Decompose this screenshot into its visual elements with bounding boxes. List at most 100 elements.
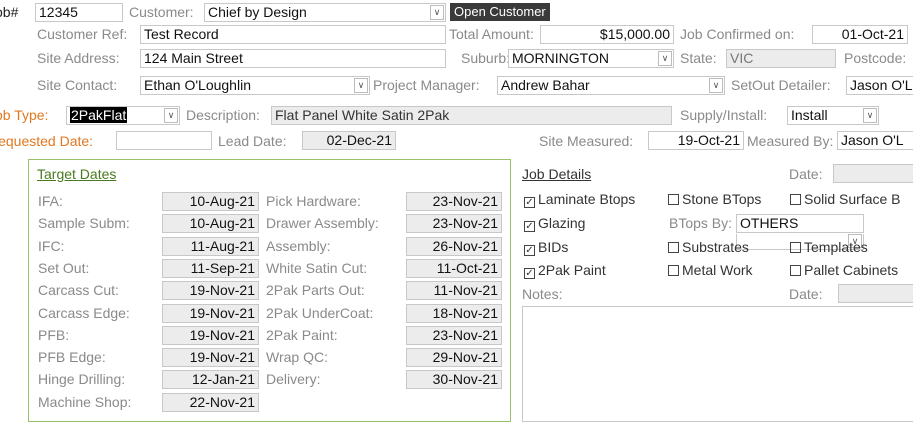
requested-date-field[interactable] [116, 131, 212, 150]
btops-by-value: OTHERS [740, 215, 799, 231]
site-contact-value: Ethan O'Loughlin [144, 77, 251, 93]
target-date-field[interactable]: 18-Nov-21 [406, 303, 502, 323]
target-date-label: PFB Edge: [38, 349, 106, 366]
target-date-label: Pick Hardware: [266, 193, 361, 209]
checkbox-checked-icon: ✓ [524, 197, 535, 208]
site-measured-field[interactable]: 19-Oct-21 [648, 131, 744, 150]
metal-work-checkbox[interactable]: Metal Work [668, 262, 753, 278]
description-field[interactable]: Flat Panel White Satin 2Pak [271, 106, 672, 125]
target-date-field[interactable]: 11-Oct-21 [406, 258, 502, 278]
checkbox-unchecked-icon [668, 194, 679, 205]
state-field[interactable]: VIC [726, 49, 836, 68]
checkbox-checked-icon: ✓ [524, 245, 535, 256]
templates-checkbox[interactable]: Templates [790, 239, 868, 255]
substrates-checkbox[interactable]: Substrates [668, 239, 749, 255]
measured-by-field[interactable]: Jason O'L [837, 131, 913, 150]
chevron-down-icon[interactable]: ∨ [164, 108, 178, 123]
target-dates-title: Target Dates [37, 166, 117, 182]
site-address-label: Site Address: [37, 50, 120, 66]
target-date-field[interactable]: 11-Nov-21 [406, 281, 502, 301]
solid-surface-checkbox[interactable]: Solid Surface B [790, 191, 901, 207]
customer-label: Customer: [129, 4, 194, 20]
target-date-label: Drawer Assembly: [266, 215, 379, 232]
chevron-down-icon[interactable]: ∨ [430, 5, 444, 20]
target-date-field[interactable]: 12-Jan-21 [162, 370, 259, 390]
project-manager-value: Andrew Bahar [501, 77, 590, 93]
site-contact-select[interactable]: Ethan O'Loughlin ∨ [140, 76, 370, 95]
checkbox-unchecked-icon [668, 265, 679, 276]
chevron-down-icon[interactable]: ∨ [354, 78, 368, 93]
bids-checkbox[interactable]: ✓ BIDs [524, 239, 568, 256]
notes-textarea[interactable] [522, 306, 913, 422]
chevron-down-icon[interactable]: ∨ [863, 108, 877, 123]
total-amount-field[interactable]: $15,000.00 [540, 25, 674, 44]
requested-date-label: Requested Date: [0, 133, 94, 149]
job-details-date-field[interactable] [833, 164, 913, 183]
target-date-label: PFB: [38, 326, 70, 343]
target-date-field[interactable]: 19-Nov-21 [162, 281, 259, 301]
target-date-label: Carcass Edge: [38, 304, 130, 321]
laminate-btops-checkbox[interactable]: ✓ Laminate Btops [524, 191, 635, 208]
checkbox-unchecked-icon [790, 265, 801, 276]
notes-date-label: Date: [789, 286, 823, 302]
site-address-field[interactable]: 124 Main Street [140, 49, 446, 68]
target-date-label: Hinge Drilling: [38, 371, 126, 388]
supply-install-select[interactable]: Install ∨ [787, 106, 879, 125]
job-type-label: Job Type: [0, 107, 49, 123]
job-confirmed-field[interactable]: 01-Oct-21 [812, 25, 908, 44]
target-date-field[interactable]: 26-Nov-21 [406, 236, 502, 256]
customer-ref-label: Customer Ref: [37, 26, 128, 42]
customer-value: Chief by Design [208, 4, 307, 20]
target-date-label: 2Pak UnderCoat: [266, 304, 374, 321]
checkbox-checked-icon: ✓ [524, 268, 535, 279]
suburb-select[interactable]: MORNINGTON ∨ [508, 49, 674, 68]
chevron-down-icon[interactable]: ∨ [658, 51, 672, 66]
target-date-field[interactable]: 11-Sep-21 [162, 258, 259, 278]
target-date-field[interactable]: 19-Nov-21 [162, 348, 259, 368]
target-date-field[interactable]: 23-Nov-21 [406, 214, 502, 234]
glazing-checkbox[interactable]: ✓ Glazing [524, 215, 585, 232]
lead-date-label: Lead Date: [218, 133, 287, 149]
target-date-field[interactable]: 11-Aug-21 [162, 236, 259, 256]
target-date-field[interactable]: 23-Nov-21 [406, 192, 502, 211]
target-date-field[interactable]: 30-Nov-21 [406, 370, 502, 390]
job-number-field[interactable]: 12345 [35, 3, 123, 22]
supply-install-value: Install [791, 107, 828, 123]
target-date-label: Wrap QC: [266, 349, 328, 366]
job-type-select[interactable]: 2PakFlat ∨ [66, 106, 180, 125]
customer-ref-field[interactable]: Test Record [140, 25, 446, 44]
target-date-field[interactable]: 10-Aug-21 [162, 192, 259, 211]
checkbox-checked-icon: ✓ [524, 221, 535, 232]
checkbox-unchecked-icon [790, 194, 801, 205]
job-type-value: 2PakFlat [70, 107, 128, 123]
open-customer-button[interactable]: Open Customer [450, 3, 550, 21]
target-date-label: Assembly: [266, 237, 331, 254]
notes-date-field[interactable] [838, 284, 913, 303]
checkbox-unchecked-icon [790, 242, 801, 253]
setout-detailer-label: SetOut Detailer: [731, 77, 831, 93]
target-date-field[interactable]: 19-Nov-21 [162, 325, 259, 345]
job-details-title: Job Details [522, 166, 592, 182]
setout-detailer-field[interactable]: Jason O'L [846, 76, 913, 95]
target-date-field[interactable]: 23-Nov-21 [406, 325, 502, 345]
total-amount-label: Total Amount: [449, 26, 534, 42]
target-date-field[interactable]: 22-Nov-21 [162, 392, 259, 412]
lead-date-field[interactable]: 02-Dec-21 [302, 131, 396, 150]
target-date-field[interactable]: 19-Nov-21 [162, 303, 259, 323]
target-date-label: IFA: [38, 193, 63, 209]
project-manager-label: Project Manager: [373, 77, 480, 93]
target-date-label: 2Pak Parts Out: [266, 282, 365, 299]
stone-btops-checkbox[interactable]: Stone BTops [668, 191, 761, 207]
target-date-field[interactable]: 29-Nov-21 [406, 348, 502, 368]
target-date-field[interactable]: 10-Aug-21 [162, 214, 259, 234]
job-confirmed-label: Job Confirmed on: [680, 26, 795, 42]
pallet-cabinets-checkbox[interactable]: Pallet Cabinets [790, 262, 898, 278]
target-date-label: Carcass Cut: [38, 282, 119, 299]
chevron-down-icon[interactable]: ∨ [709, 78, 723, 93]
project-manager-select[interactable]: Andrew Bahar ∨ [497, 76, 725, 95]
customer-select[interactable]: Chief by Design ∨ [204, 3, 446, 22]
btops-by-select[interactable]: OTHERS [736, 214, 864, 233]
target-date-label: Set Out: [38, 259, 90, 276]
twopak-paint-checkbox[interactable]: ✓ 2Pak Paint [524, 262, 606, 279]
state-label: State: [680, 50, 717, 66]
